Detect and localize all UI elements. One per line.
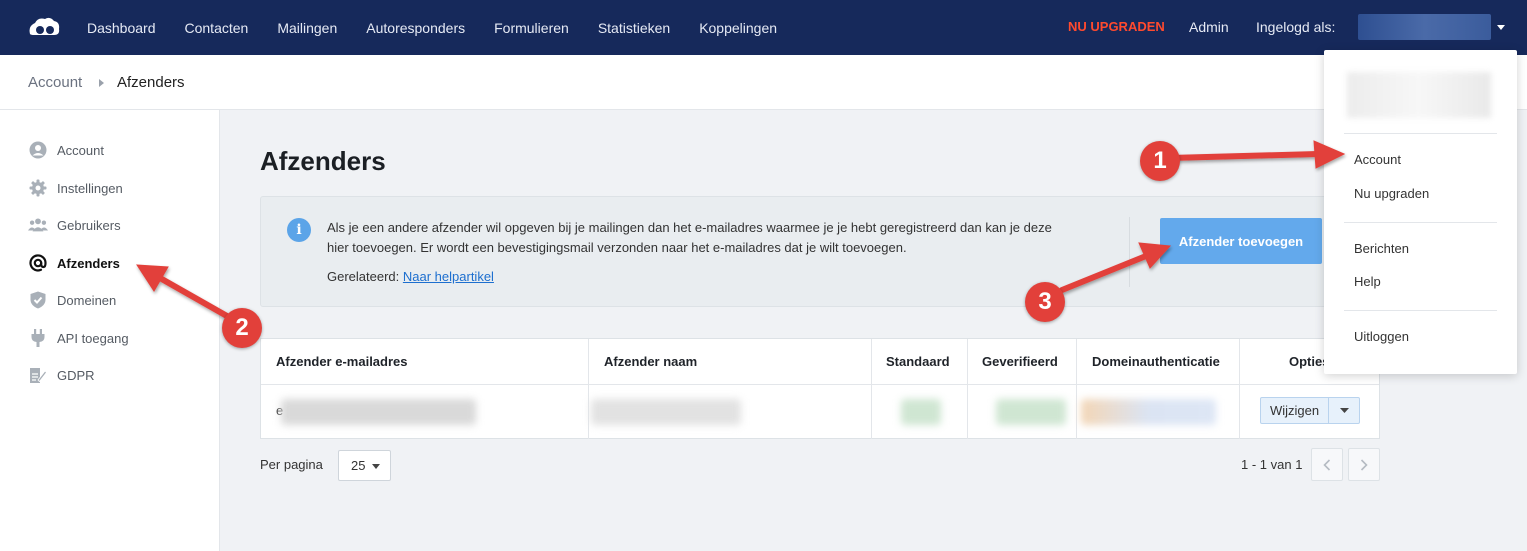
sidebar-item-account[interactable]: Account [28,140,104,160]
chevron-down-icon[interactable] [1497,25,1505,30]
help-article-link[interactable]: Naar helpartikel [403,269,494,284]
nav-admin-link[interactable]: Admin [1189,19,1229,35]
user-dropdown-menu: Account Nu upgraden Berichten Help Uitlo… [1324,50,1517,374]
column-divider [871,339,872,439]
nav-mailingen[interactable]: Mailingen [277,20,337,36]
page-title: Afzenders [260,146,386,176]
chevron-left-icon [1323,458,1331,471]
menu-item-uitloggen[interactable]: Uitloggen [1354,329,1409,344]
sidebar-item-label: API toegang [57,330,129,346]
annotation-badge-1: 1 [1140,141,1180,181]
chevron-down-icon[interactable] [1329,397,1361,424]
column-divider [1076,339,1077,439]
logged-in-label: Ingelogd als: [1256,19,1336,35]
document-pen-icon [28,365,48,385]
sidebar-item-afzenders[interactable]: Afzenders [28,253,120,273]
redacted-user-info [1347,72,1491,118]
menu-divider [1344,310,1497,311]
menu-divider [1344,222,1497,223]
info-panel: i Als je een andere afzender wil opgeven… [260,196,1380,307]
menu-item-account[interactable]: Account [1354,152,1401,167]
menu-item-berichten[interactable]: Berichten [1354,241,1409,256]
plug-icon [28,328,48,348]
nav-upgrade-link[interactable]: NU UPGRADEN [1068,19,1165,34]
chevron-right-icon [1360,458,1368,471]
annotation-badge-3: 3 [1025,282,1065,322]
nav-formulieren[interactable]: Formulieren [494,20,569,36]
at-sign-icon [28,253,48,273]
sidebar-item-label: Domeinen [57,292,117,308]
sidebar-item-gebruikers[interactable]: Gebruikers [28,215,121,235]
redacted-email [281,399,476,425]
sidebar-item-label: Instellingen [57,180,123,196]
info-text: Als je een andere afzender wil opgeven b… [327,218,1107,258]
sidebar-item-gdpr[interactable]: GDPR [28,365,95,385]
senders-table: Afzender e-mailadres Afzender naam Stand… [260,338,1380,439]
sidebar-item-label: Afzenders [57,255,120,271]
column-header-standaard[interactable]: Standaard [886,354,950,369]
sidebar-item-api-toegang[interactable]: API toegang [28,328,129,348]
logo-icon[interactable] [26,14,62,40]
per-page-value: 25 [351,458,366,473]
menu-item-nu-upgraden[interactable]: Nu upgraden [1354,186,1429,201]
chevron-down-icon [372,464,380,469]
annotation-arrow-1 [1167,151,1321,161]
column-divider [1239,339,1240,439]
breadcrumb-separator-icon [99,79,104,87]
nav-dashboard[interactable]: Dashboard [87,20,156,36]
redacted-name [591,399,741,425]
shield-check-icon [28,290,48,310]
sidebar-item-label: GDPR [57,367,95,383]
sidebar-item-label: Gebruikers [57,217,121,233]
redacted-domain-auth [1081,399,1216,425]
info-related: Gerelateerd: Naar helpartikel [327,269,494,284]
info-text-line: Als je een andere afzender wil opgeven b… [327,220,1052,235]
breadcrumb-current: Afzenders [117,74,185,91]
top-navbar: Dashboard Contacten Mailingen Autorespon… [0,0,1527,55]
previous-page-button[interactable] [1311,448,1343,481]
column-header-geverifieerd[interactable]: Geverifieerd [982,354,1058,369]
nav-statistieken[interactable]: Statistieken [598,20,670,36]
column-header-email[interactable]: Afzender e-mailadres [276,354,408,369]
user-menu-toggle[interactable] [1358,14,1491,40]
nav-koppelingen[interactable]: Koppelingen [699,20,777,36]
breadcrumb: Account Afzenders [0,55,1527,110]
per-page-select[interactable]: 25 [338,450,391,481]
pagination-range: 1 - 1 van 1 [1241,457,1303,472]
sidebar-item-instellingen[interactable]: Instellingen [28,178,123,198]
breadcrumb-account[interactable]: Account [28,74,82,91]
menu-item-help[interactable]: Help [1354,274,1381,289]
row-divider [261,384,1379,385]
sidebar-item-domeinen[interactable]: Domeinen [28,290,116,310]
redacted-verified-badge [996,399,1066,425]
column-header-name[interactable]: Afzender naam [604,354,697,369]
edit-button[interactable]: Wijzigen [1260,397,1330,424]
divider [1129,217,1130,287]
sidebar-item-label: Account [57,142,104,158]
info-icon: i [287,218,311,242]
annotation-badge-2: 2 [222,308,262,348]
sidebar: Account Instellingen Gebruikers Afzender… [0,110,220,551]
related-label: Gerelateerd: [327,269,400,284]
add-sender-button[interactable]: Afzender toevoegen [1160,218,1322,264]
column-divider [967,339,968,439]
redacted-standaard-badge [901,399,941,425]
users-icon [28,215,48,235]
nav-autoresponders[interactable]: Autoresponders [366,20,465,36]
column-header-domeinauthenticatie[interactable]: Domeinauthenticatie [1092,354,1220,369]
user-circle-icon [28,140,48,160]
nav-contacten[interactable]: Contacten [185,20,249,36]
edit-dropdown: Wijzigen [1260,397,1361,424]
menu-divider [1344,133,1497,134]
per-page-label: Per pagina [260,457,323,472]
info-text-line: hier toevoegen. Er wordt een bevestiging… [327,240,907,255]
next-page-button[interactable] [1348,448,1380,481]
column-divider [588,339,589,439]
gear-icon [28,178,48,198]
